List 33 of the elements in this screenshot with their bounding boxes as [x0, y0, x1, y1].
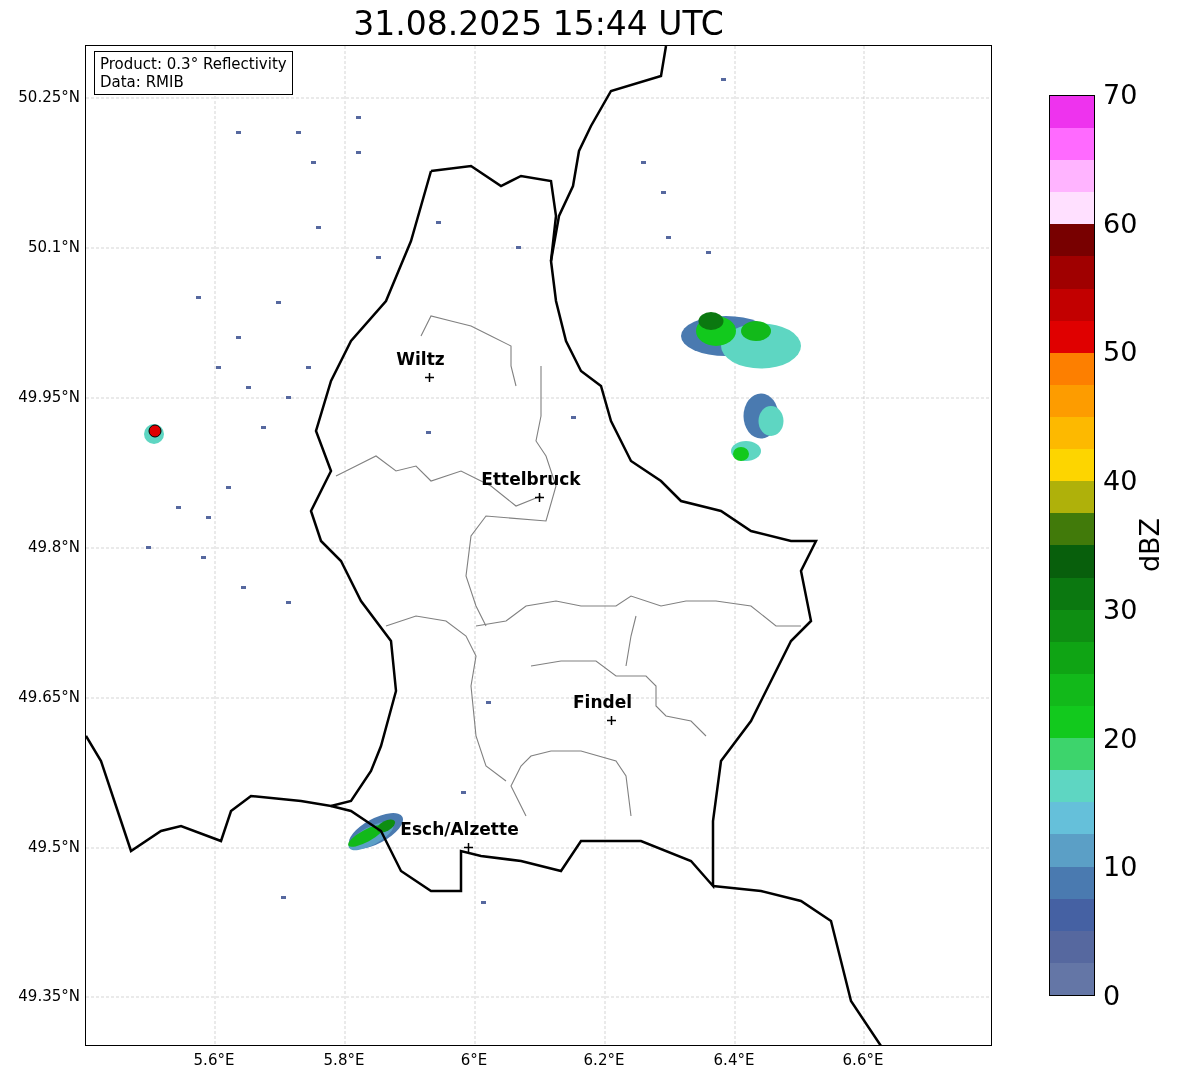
axis-tick-label: 5.6°E	[193, 1051, 235, 1069]
colorbar-tick-label: 40	[1103, 466, 1138, 497]
colorbar-tick-label: 70	[1103, 80, 1138, 110]
colorbar-tick-label: 0	[1103, 981, 1121, 1011]
city-marker-icon	[535, 493, 544, 502]
axis-tick-label: 50.25°N	[18, 88, 80, 106]
city-label: Findel	[572, 692, 633, 712]
axis-tick-label: 50.1°N	[27, 238, 80, 256]
chart-title: 31.08.2025 15:44 UTC	[352, 4, 725, 45]
axis-tick-label: 49.35°N	[18, 987, 80, 1005]
city-label: Ettelbruck	[481, 469, 581, 489]
city-marker-icon	[424, 373, 434, 382]
colorbar-tick-label: 10	[1103, 852, 1138, 883]
axis-tick-label: 49.95°N	[18, 388, 80, 406]
colorbar-tick-label: 50	[1103, 337, 1138, 368]
axis-tick-label: 49.65°N	[18, 688, 80, 706]
axis-tick-label: 49.8°N	[27, 538, 80, 556]
axis-tick-label: 6.2°E	[583, 1051, 625, 1069]
city-marker-icon	[463, 843, 473, 852]
axis-tick-label: 5.8°E	[323, 1051, 365, 1069]
info-text: Data: RMIB	[100, 73, 185, 91]
city-marker-icon	[606, 716, 616, 725]
colorbar-tick-label: 60	[1103, 208, 1138, 239]
axis-tick-label: 6°E	[460, 1051, 488, 1069]
city-label: Esch/Alzette	[400, 819, 519, 839]
axis-tick-label: 6.6°E	[842, 1051, 884, 1069]
axis-tick-label: 49.5°N	[27, 838, 80, 856]
colorbar-tick-label: 30	[1103, 594, 1138, 625]
axis-tick-label: 6.4°E	[713, 1051, 755, 1069]
info-text: Product: 0.3° Reflectivity	[100, 55, 287, 73]
city-label: Wiltz	[396, 349, 445, 369]
colorbar-tick-label: 20	[1103, 723, 1138, 754]
colorbar-label: dBZ	[1133, 517, 1165, 573]
